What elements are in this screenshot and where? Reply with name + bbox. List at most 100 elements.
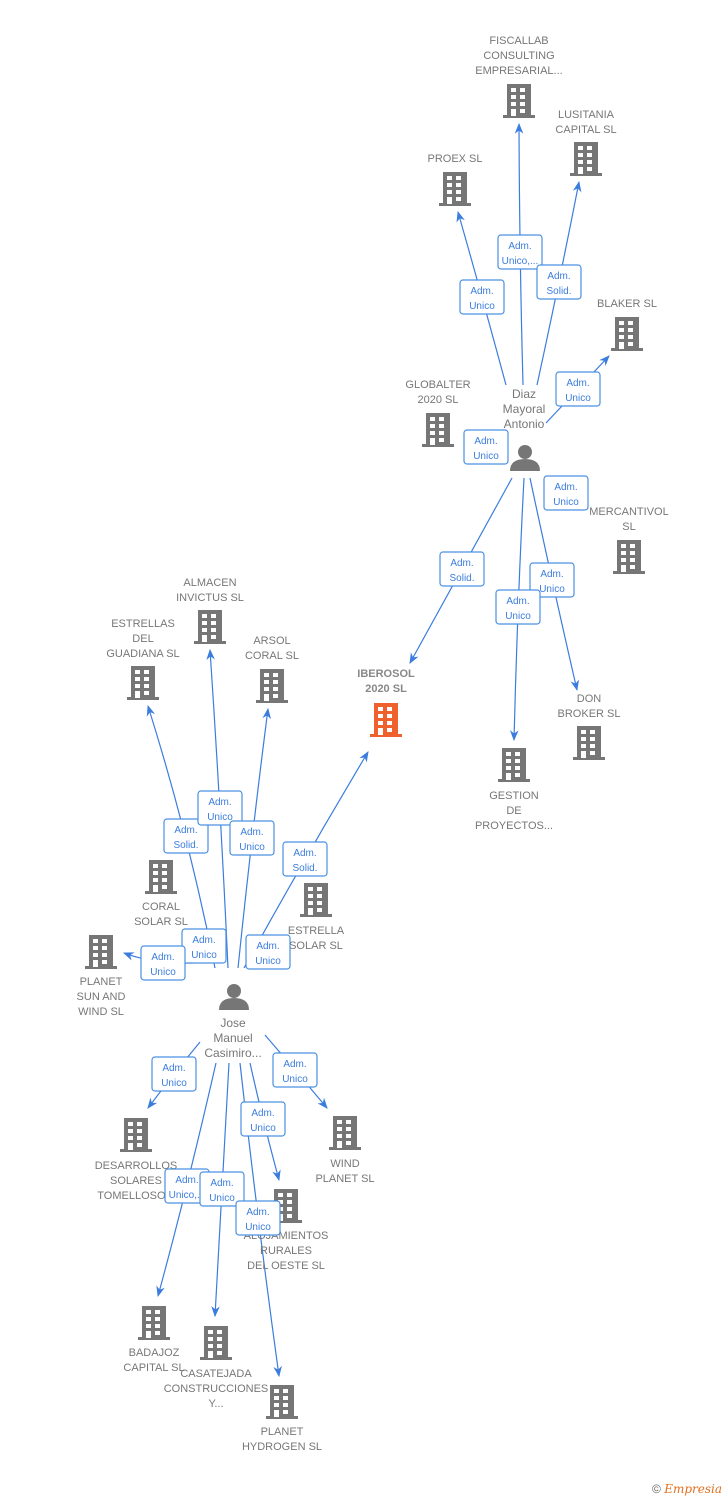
node-label: Adm.	[547, 271, 570, 282]
role-label-blaker[interactable]: Adm. Unico	[555, 371, 601, 407]
role-label-wind[interactable]: Adm. Unico	[272, 1052, 318, 1088]
role-label-iberosol[interactable]: Adm. Solid.	[282, 841, 328, 877]
node-label: Adm.	[540, 569, 563, 580]
node-label: Diaz	[512, 387, 536, 401]
building-icon[interactable]	[439, 172, 471, 206]
role-label-mercantivol[interactable]: Adm. Unico	[543, 475, 589, 511]
company-mercantivol[interactable]: MERCANTIVOL SL	[589, 506, 668, 533]
company-globalter[interactable]: GLOBALTER 2020 SL	[405, 379, 470, 406]
company-donbroker[interactable]: DON BROKER SL	[558, 693, 621, 720]
building-icon[interactable]	[138, 1306, 170, 1340]
building-icon[interactable]	[256, 669, 288, 703]
node-label: DE	[506, 805, 521, 817]
company-badajoz[interactable]: BADAJOZ CAPITAL SL	[123, 1347, 184, 1374]
role-label-iberosol[interactable]: Adm. Solid.	[439, 551, 485, 587]
role-label-almacen[interactable]: Adm. Unico	[197, 790, 243, 826]
role-label-estrella[interactable]: Adm. Unico	[245, 934, 291, 970]
company-iberosol[interactable]: IBEROSOL 2020 SL	[357, 668, 415, 695]
node-label: Adm.	[192, 935, 215, 946]
node-label: Adm.	[293, 848, 316, 859]
role-label-fiscallab[interactable]: Adm. Unico,...	[497, 234, 543, 270]
company-estrella[interactable]: ESTRELLA SOLAR SL	[288, 925, 345, 952]
building-icon[interactable]	[329, 1116, 361, 1150]
company-hydrogen[interactable]: PLANET HYDROGEN SL	[242, 1426, 322, 1453]
company-fiscallab[interactable]: FISCALLAB CONSULTING EMPRESARIAL...	[475, 35, 562, 77]
node-label: DEL OESTE SL	[247, 1260, 325, 1272]
node-label: Unico	[505, 611, 531, 622]
node-label: Adm.	[566, 378, 589, 389]
node-label: Adm.	[450, 558, 473, 569]
node-label: Adm.	[474, 436, 497, 447]
role-label-gestion[interactable]: Adm. Unico	[495, 589, 541, 625]
company-almacen[interactable]: ALMACEN INVICTUS SL	[176, 577, 244, 604]
building-icon[interactable]	[145, 860, 177, 894]
company-estrellas[interactable]: ESTRELLAS DEL GUADIANA SL	[106, 618, 179, 660]
node-label: SUN AND	[77, 991, 126, 1003]
node-label: Unico	[565, 393, 591, 404]
company-arsol[interactable]: ARSOL CORAL SL	[245, 635, 299, 662]
company-alojamientos[interactable]: ALOJAMIENTOSRURALESDEL OESTE SL	[244, 1230, 329, 1272]
role-label-lusitania[interactable]: Adm. Solid.	[536, 264, 582, 300]
node-label: Unico	[207, 812, 233, 823]
node-label: DEL	[132, 633, 153, 645]
building-icon[interactable]	[613, 540, 645, 574]
role-label-coral[interactable]: Adm. Unico	[181, 928, 227, 964]
building-icon[interactable]	[570, 142, 602, 176]
node-label: Manuel	[213, 1031, 252, 1045]
building-icon[interactable]	[370, 703, 402, 737]
node-label: BROKER SL	[558, 708, 621, 720]
role-label-globalter[interactable]: Adm. Unico	[463, 429, 509, 465]
node-label: SL	[622, 521, 635, 533]
role-label-planetsun[interactable]: Adm. Unico	[140, 945, 186, 981]
node-label: Unico	[239, 842, 265, 853]
building-icon[interactable]	[200, 1326, 232, 1360]
company-gestion[interactable]: GESTION DE PROYECTOS...	[475, 790, 553, 832]
building-icon[interactable]	[498, 748, 530, 782]
company-proex[interactable]: PROEX SL	[427, 153, 482, 165]
node-label: GESTION	[489, 790, 539, 802]
node-label: Adm.	[251, 1108, 274, 1119]
node-label: FISCALLAB	[489, 35, 548, 47]
building-icon[interactable]	[503, 84, 535, 118]
node-label: Unico	[473, 451, 499, 462]
node-label: Unico,...	[502, 256, 539, 267]
company-lusitania[interactable]: LUSITANIA CAPITAL SL	[555, 109, 616, 136]
role-label-hydrogen[interactable]: Adm. Unico	[235, 1200, 281, 1236]
node-label: LUSITANIA	[558, 109, 615, 121]
building-icon[interactable]	[300, 883, 332, 917]
person-jose[interactable]: JoseManuelCasimiro...	[204, 1016, 261, 1060]
building-icon[interactable]	[422, 413, 454, 447]
node-label: Adm.	[151, 952, 174, 963]
role-label-desarrollos[interactable]: Adm. Unico	[151, 1056, 197, 1092]
node-label: CASATEJADA	[180, 1368, 252, 1380]
node-label: CONSTRUCCIONES	[164, 1383, 269, 1395]
building-icon[interactable]	[573, 726, 605, 760]
node-label: Jose	[220, 1016, 246, 1030]
building-icon[interactable]	[611, 317, 643, 351]
person-diaz[interactable]: DiazMayoralAntonio	[503, 387, 546, 431]
person-icon[interactable]	[219, 984, 249, 1010]
brand-logo[interactable]: Empresia	[664, 1482, 722, 1496]
node-label: Antonio	[504, 417, 545, 431]
building-icon[interactable]	[120, 1118, 152, 1152]
node-label: WIND SL	[78, 1006, 124, 1018]
node-label: Adm.	[506, 596, 529, 607]
building-icon[interactable]	[266, 1385, 298, 1419]
role-label-proex[interactable]: Adm. Unico	[459, 279, 505, 315]
company-coral[interactable]: CORAL SOLAR SL	[134, 901, 188, 928]
role-label-alojamientos[interactable]: Adm. Unico	[240, 1101, 286, 1137]
building-icon[interactable]	[85, 935, 117, 969]
company-blaker[interactable]: BLAKER SL	[597, 298, 657, 310]
node-label: GLOBALTER	[405, 379, 470, 391]
person-icon[interactable]	[510, 445, 540, 471]
node-label: IBEROSOL	[357, 668, 415, 680]
node-label: Solid.	[173, 840, 198, 851]
building-icon[interactable]	[194, 610, 226, 644]
building-icon[interactable]	[127, 666, 159, 700]
company-casatejada[interactable]: CASATEJADA CONSTRUCCIONES Y...	[164, 1368, 269, 1410]
node-label: WIND	[330, 1158, 359, 1170]
node-label: SOLAR SL	[134, 916, 188, 928]
role-label-arsol[interactable]: Adm. Unico	[229, 820, 275, 856]
company-planetsun[interactable]: PLANET SUN AND WIND SL	[77, 976, 126, 1018]
company-wind[interactable]: WIND PLANET SL	[315, 1158, 374, 1185]
